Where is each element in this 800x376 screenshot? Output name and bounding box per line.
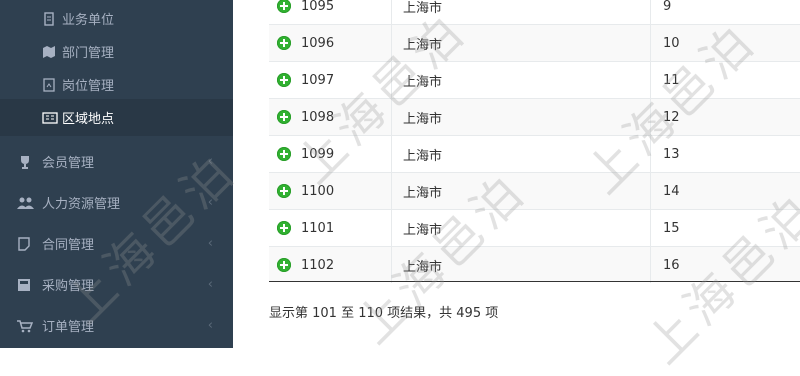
sidebar-item-label: 业务单位 (62, 13, 115, 28)
row-id: 1102 (301, 257, 335, 273)
row-id: 1098 (301, 109, 335, 125)
document-icon (42, 11, 56, 26)
row-number: 12 (663, 109, 680, 125)
sidebar-item-label: 部门管理 (62, 46, 115, 61)
sidebar-item-label: 岗位管理 (62, 79, 115, 94)
expand-row-icon[interactable] (277, 221, 291, 235)
table-bottom-border (269, 281, 800, 282)
row-city: 上海市 (391, 136, 651, 172)
sidebar-item-contract[interactable]: 合同管理 ‹ (0, 223, 233, 264)
table-row: 1101 上海市 15 (269, 209, 800, 246)
trophy-icon (17, 155, 33, 169)
row-city: 上海市 (391, 247, 651, 283)
main-content: 1095 上海市 9 1096 上海市 10 1097 上海市 11 1098 … (233, 0, 800, 348)
row-id: 1100 (301, 183, 335, 199)
table-row: 1097 上海市 11 (269, 61, 800, 98)
file-icon (42, 77, 56, 92)
chevron-left-icon: ‹ (207, 236, 213, 251)
map-icon (42, 45, 56, 59)
sidebar-item-member[interactable]: 会员管理 ‹ (0, 141, 233, 182)
row-city: 上海市 (391, 173, 651, 209)
table-row: 1102 上海市 16 (269, 246, 800, 283)
row-number: 10 (663, 35, 680, 51)
sidebar-item-order[interactable]: 订单管理 ‹ (0, 305, 233, 346)
sidebar-item-region[interactable]: 区域地点 (0, 99, 233, 136)
chevron-left-icon: ‹ (207, 195, 213, 210)
row-number: 11 (663, 72, 680, 88)
table-row: 1098 上海市 12 (269, 98, 800, 135)
cart-icon (17, 319, 34, 333)
sidebar-item-label: 合同管理 (42, 238, 95, 253)
row-city: 上海市 (391, 0, 651, 24)
sidebar-item-purchase[interactable]: 采购管理 ‹ (0, 264, 233, 305)
sidebar-item-department[interactable]: 部门管理 (0, 33, 233, 70)
row-number: 14 (663, 183, 680, 199)
row-city: 上海市 (391, 210, 651, 246)
row-number: 9 (663, 0, 672, 14)
expand-row-icon[interactable] (277, 258, 291, 272)
chevron-left-icon: ‹ (207, 277, 213, 292)
contract-icon (17, 236, 33, 251)
row-id: 1099 (301, 146, 335, 162)
sidebar-item-label: 会员管理 (42, 156, 95, 171)
sidebar: 业务单位 部门管理 岗位管理 区域地点 会员管理 ‹ 人力资源管理 ‹ 合同管理… (0, 0, 233, 348)
users-icon (17, 196, 34, 210)
chevron-left-icon: ‹ (207, 318, 213, 333)
expand-row-icon[interactable] (277, 110, 291, 124)
row-number: 16 (663, 257, 680, 273)
row-id: 1095 (301, 0, 335, 14)
id-card-icon (42, 111, 58, 125)
sidebar-item-business-unit[interactable]: 业务单位 (0, 0, 233, 37)
table-row: 1096 上海市 10 (269, 24, 800, 61)
row-id: 1096 (301, 35, 335, 51)
table-row: 1095 上海市 9 (269, 0, 800, 24)
sidebar-item-label: 订单管理 (42, 320, 95, 335)
sidebar-item-label: 区域地点 (62, 112, 115, 127)
chevron-left-icon: ‹ (207, 154, 213, 169)
row-city: 上海市 (391, 25, 651, 61)
purchase-icon (17, 278, 33, 292)
expand-row-icon[interactable] (277, 184, 291, 198)
sidebar-item-label: 人力资源管理 (42, 197, 121, 212)
row-id: 1101 (301, 220, 335, 236)
expand-row-icon[interactable] (277, 147, 291, 161)
pagination-summary: 显示第 101 至 110 项结果，共 495 项 (269, 306, 499, 321)
table-row: 1099 上海市 13 (269, 135, 800, 172)
expand-row-icon[interactable] (277, 36, 291, 50)
row-city: 上海市 (391, 99, 651, 135)
expand-row-icon[interactable] (277, 0, 291, 13)
row-id: 1097 (301, 72, 335, 88)
row-number: 15 (663, 220, 680, 236)
row-number: 13 (663, 146, 680, 162)
row-city: 上海市 (391, 62, 651, 98)
sidebar-item-hr[interactable]: 人力资源管理 ‹ (0, 182, 233, 223)
expand-row-icon[interactable] (277, 73, 291, 87)
table-row: 1100 上海市 14 (269, 172, 800, 209)
sidebar-item-label: 采购管理 (42, 279, 95, 294)
sidebar-item-position[interactable]: 岗位管理 (0, 66, 233, 103)
